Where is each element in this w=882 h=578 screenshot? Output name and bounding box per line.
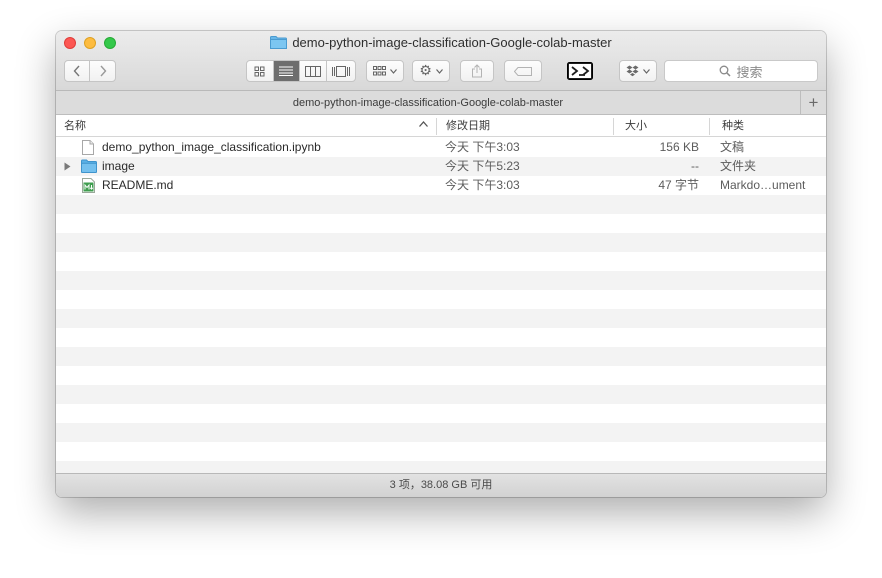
- empty-row: [56, 195, 826, 214]
- view-mode-control: [246, 60, 356, 82]
- empty-row: [56, 404, 826, 423]
- window-title-text: demo-python-image-classification-Google-…: [292, 35, 612, 50]
- arrange-icon: [373, 66, 386, 76]
- empty-row: [56, 442, 826, 461]
- file-kind: 文件夹: [720, 159, 757, 173]
- back-button[interactable]: [65, 61, 90, 81]
- chevron-left-icon: [73, 65, 80, 77]
- terminal-icon: [567, 62, 593, 80]
- column-divider[interactable]: [436, 118, 437, 135]
- chevron-right-icon: [99, 65, 106, 77]
- empty-row: [56, 309, 826, 328]
- dropbox-icon: [626, 65, 639, 77]
- markdown-file-icon: [82, 178, 95, 193]
- cover-flow-icon: [331, 65, 350, 77]
- column-divider[interactable]: [613, 118, 614, 135]
- list-view-button[interactable]: [273, 61, 301, 81]
- columns-icon: [304, 65, 321, 77]
- disclosure-triangle-icon[interactable]: [64, 162, 71, 171]
- column-header-size[interactable]: 大小: [617, 116, 709, 137]
- column-header-kind[interactable]: 种类: [714, 116, 824, 137]
- dropbox-button[interactable]: [619, 60, 657, 82]
- tab-bar: demo-python-image-classification-Google-…: [56, 91, 826, 115]
- terminal-button[interactable]: [566, 60, 594, 82]
- forward-button[interactable]: [90, 61, 115, 81]
- search-field[interactable]: 搜索: [664, 60, 818, 82]
- column-view-button[interactable]: [300, 61, 327, 81]
- search-placeholder: 搜索: [736, 65, 763, 81]
- empty-row: [56, 385, 826, 404]
- toolbar: demo-python-image-classification-Google-…: [56, 31, 826, 91]
- empty-row: [56, 214, 826, 233]
- file-kind: Markdo…ument: [720, 178, 806, 192]
- empty-row: [56, 328, 826, 347]
- file-date: 今天 下午3:03: [445, 140, 520, 154]
- file-name: README.md: [102, 178, 174, 192]
- navigation-buttons: [64, 60, 116, 82]
- status-bar: 3 项，38.08 GB 可用: [56, 473, 826, 497]
- folder-icon: [270, 36, 288, 49]
- icon-view-button[interactable]: [247, 61, 274, 81]
- add-tab-button[interactable]: +: [800, 91, 826, 115]
- empty-row: [56, 423, 826, 442]
- grid-icon: [254, 66, 265, 76]
- column-header-date[interactable]: 修改日期: [438, 116, 614, 137]
- empty-row: [56, 461, 826, 473]
- share-icon: [472, 64, 482, 78]
- list-item-image-folder[interactable]: image 今天 下午5:23 -- 文件夹: [56, 157, 826, 176]
- folder-icon: [81, 159, 97, 173]
- empty-row: [56, 366, 826, 385]
- document-icon: [82, 140, 94, 155]
- empty-row: [56, 347, 826, 366]
- file-date: 今天 下午3:03: [445, 178, 520, 192]
- tags-button[interactable]: [504, 60, 542, 82]
- finder-window: demo-python-image-classification-Google-…: [56, 31, 826, 497]
- file-date: 今天 下午5:23: [445, 159, 520, 173]
- action-button[interactable]: ⚙: [412, 60, 450, 82]
- gear-icon: ⚙: [419, 63, 432, 79]
- share-button[interactable]: [460, 60, 494, 82]
- file-name: image: [102, 159, 135, 173]
- list-item-ipynb[interactable]: demo_python_image_classification.ipynb 今…: [56, 138, 826, 157]
- file-name: demo_python_image_classification.ipynb: [102, 140, 321, 154]
- empty-row: [56, 290, 826, 309]
- column-headers: 名称 修改日期 大小 种类: [56, 116, 826, 137]
- file-size: 47 字节: [658, 178, 699, 192]
- empty-row: [56, 252, 826, 271]
- file-list: demo_python_image_classification.ipynb 今…: [56, 138, 826, 473]
- chevron-down-icon: [435, 68, 443, 74]
- arrange-button[interactable]: [366, 60, 404, 82]
- sort-ascending-icon: [419, 121, 428, 127]
- column-header-name[interactable]: 名称: [56, 116, 436, 137]
- file-size: --: [691, 159, 699, 173]
- file-size: 156 KB: [659, 140, 699, 154]
- chevron-down-icon: [643, 68, 650, 74]
- list-icon: [279, 66, 294, 76]
- cover-flow-view-button[interactable]: [327, 61, 355, 81]
- file-kind: 文稿: [720, 140, 745, 154]
- window-title: demo-python-image-classification-Google-…: [56, 35, 826, 53]
- chevron-down-icon: [390, 68, 397, 74]
- tag-icon: [514, 66, 532, 76]
- empty-row: [56, 233, 826, 252]
- tab-title[interactable]: demo-python-image-classification-Google-…: [56, 91, 800, 115]
- list-item-readme[interactable]: README.md 今天 下午3:03 47 字节 Markdo…ument: [56, 176, 826, 195]
- search-icon: [720, 65, 732, 77]
- empty-row: [56, 271, 826, 290]
- column-divider[interactable]: [709, 118, 710, 135]
